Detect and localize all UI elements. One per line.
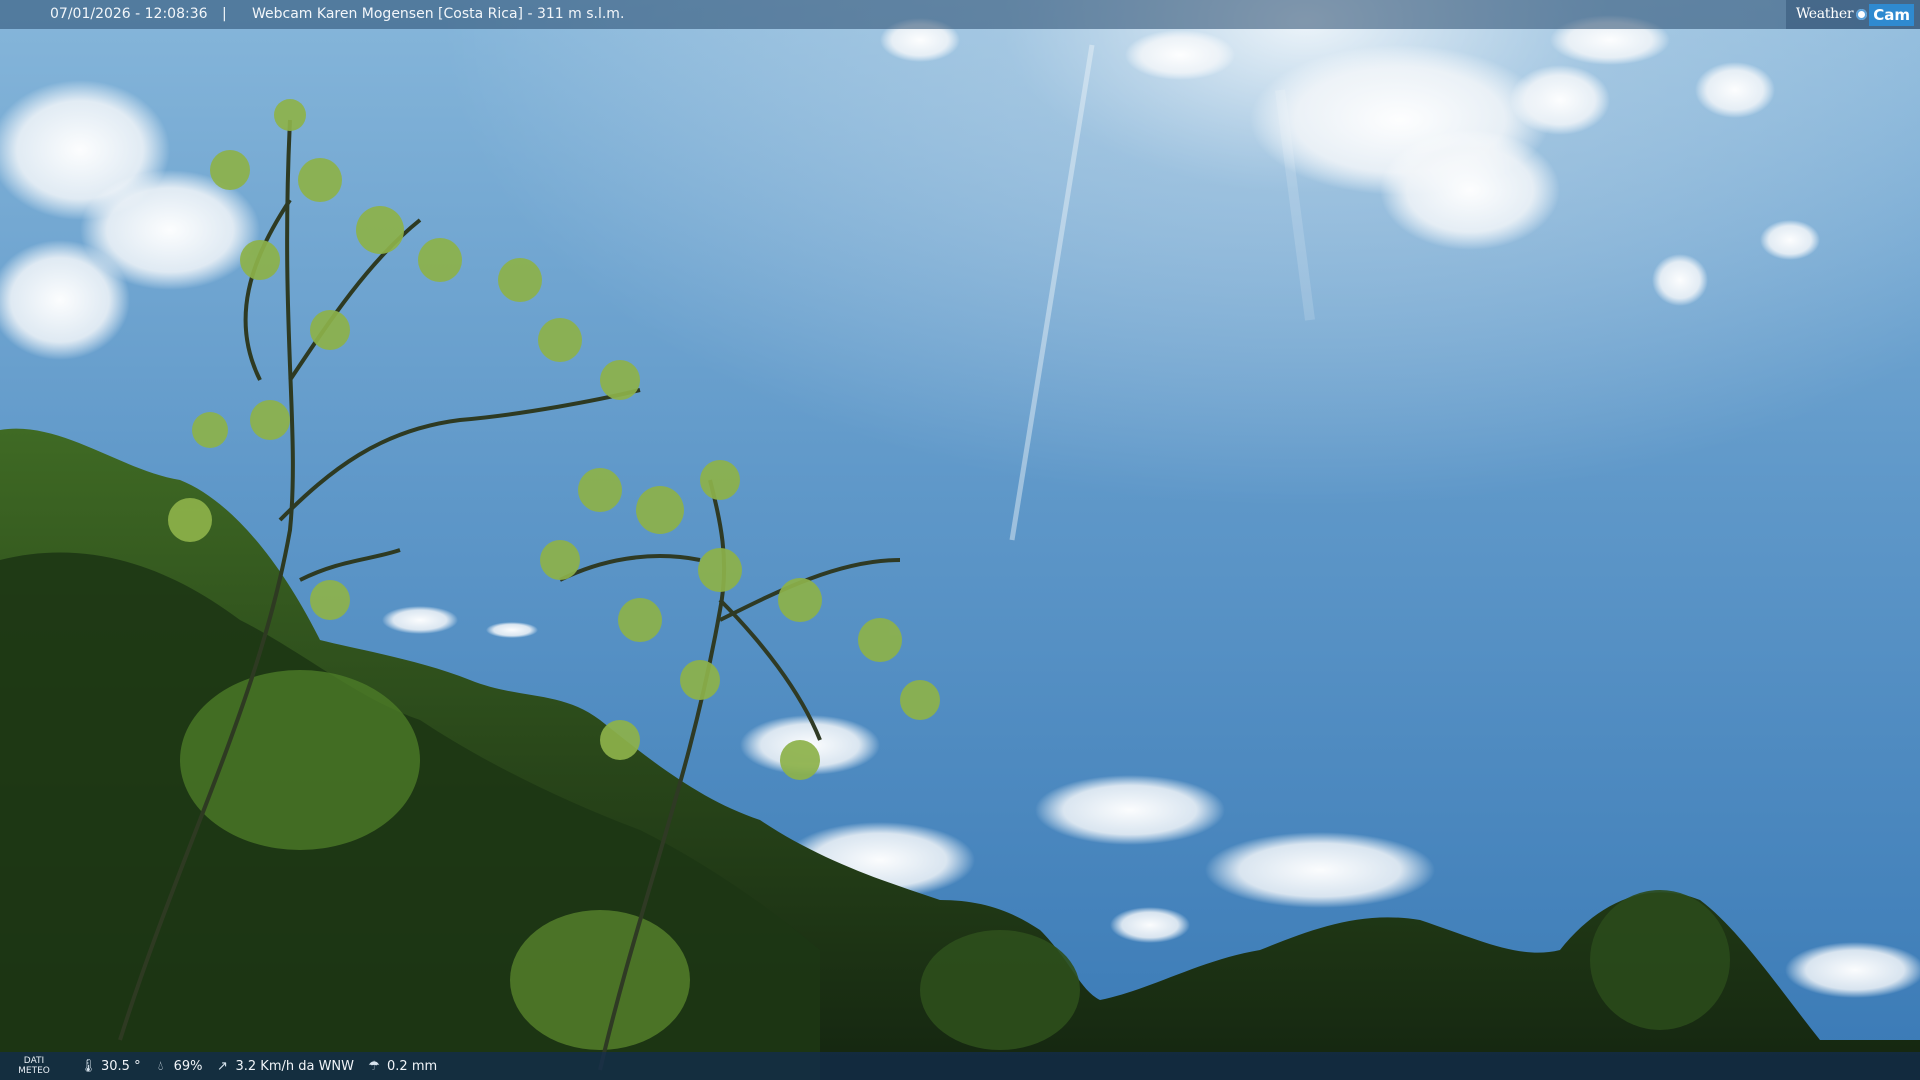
rain-reading: ☂ 0.2 mm	[366, 1059, 437, 1074]
wind-value: 3.2 Km/h da WNW	[235, 1058, 355, 1074]
weather-data-label: DATI METEO	[18, 1056, 50, 1076]
timestamp: 07/01/2026 - 12:08:36	[50, 6, 208, 22]
temperature-reading: 🌡︎ 30.5 °	[80, 1059, 141, 1074]
thermometer-icon: 🌡︎	[80, 1058, 97, 1074]
weathercam-logo: Weather Cam	[1785, 0, 1920, 29]
wind-reading: ↗ 3.2 Km/h da WNW	[214, 1059, 354, 1074]
logo-weather-text: Weather	[1795, 6, 1854, 22]
header-separator: |	[222, 6, 227, 22]
logo-dot-icon	[1856, 9, 1868, 20]
wind-icon: ↗	[217, 1058, 228, 1074]
webcam-title: Webcam Karen Mogensen [Costa Rica] - 311…	[252, 6, 625, 22]
temperature-value: 30.5 °	[101, 1058, 141, 1074]
webcam-scene	[0, 0, 1920, 1080]
humidity-value: 69%	[173, 1058, 203, 1074]
humidity-icon: 💧︎	[157, 1058, 164, 1074]
rain-icon: ☂	[368, 1058, 380, 1074]
info-header-bar: 07/01/2026 - 12:08:36 | Webcam Karen Mog…	[0, 0, 1920, 29]
weather-data-bar: DATI METEO 🌡︎ 30.5 ° 💧︎ 69% ↗ 3.2 Km/h d…	[0, 1052, 1920, 1080]
logo-cam-text: Cam	[1869, 3, 1914, 26]
rain-value: 0.2 mm	[387, 1058, 438, 1074]
humidity-reading: 💧︎ 69%	[153, 1059, 203, 1074]
